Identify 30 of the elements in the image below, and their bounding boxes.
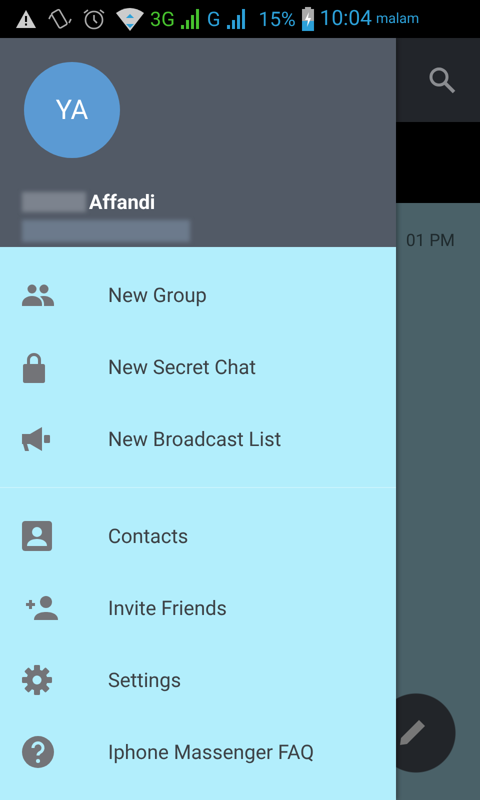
signal-icon (180, 9, 201, 29)
alarm-icon (82, 7, 106, 31)
pencil-icon (400, 719, 426, 745)
menu-item[interactable]: Invite Friends (0, 572, 396, 644)
message-time: 01 PM (406, 231, 455, 251)
user-name: Affandi (89, 190, 156, 214)
menu-item[interactable]: New Secret Chat (0, 331, 396, 403)
wifi-icon (116, 7, 144, 31)
battery-percent: 15% (258, 9, 296, 29)
menu-item[interactable]: Contacts (0, 500, 396, 572)
group-icon (22, 284, 54, 306)
battery-icon (302, 7, 314, 31)
compose-button[interactable] (396, 693, 456, 773)
menu-item[interactable]: Settings (0, 644, 396, 716)
network-type: G (206, 9, 220, 29)
menu-item[interactable]: New Broadcast List (0, 403, 396, 475)
menu-item[interactable]: New Group (0, 259, 396, 331)
menu-item[interactable]: Iphone Massenger FAQ (0, 716, 396, 788)
signal-icon (226, 9, 246, 29)
help-icon (22, 736, 54, 768)
lock-icon (22, 352, 46, 382)
search-icon[interactable] (428, 66, 456, 94)
vibrate-icon (48, 7, 72, 31)
time-period: malam (376, 12, 420, 26)
contact-card-icon (22, 521, 52, 551)
blurred-name (22, 192, 86, 212)
megaphone-icon (22, 427, 50, 451)
network-type: 3G (150, 9, 175, 29)
warning-icon (16, 10, 36, 28)
clock-time: 10:04 (320, 8, 372, 30)
